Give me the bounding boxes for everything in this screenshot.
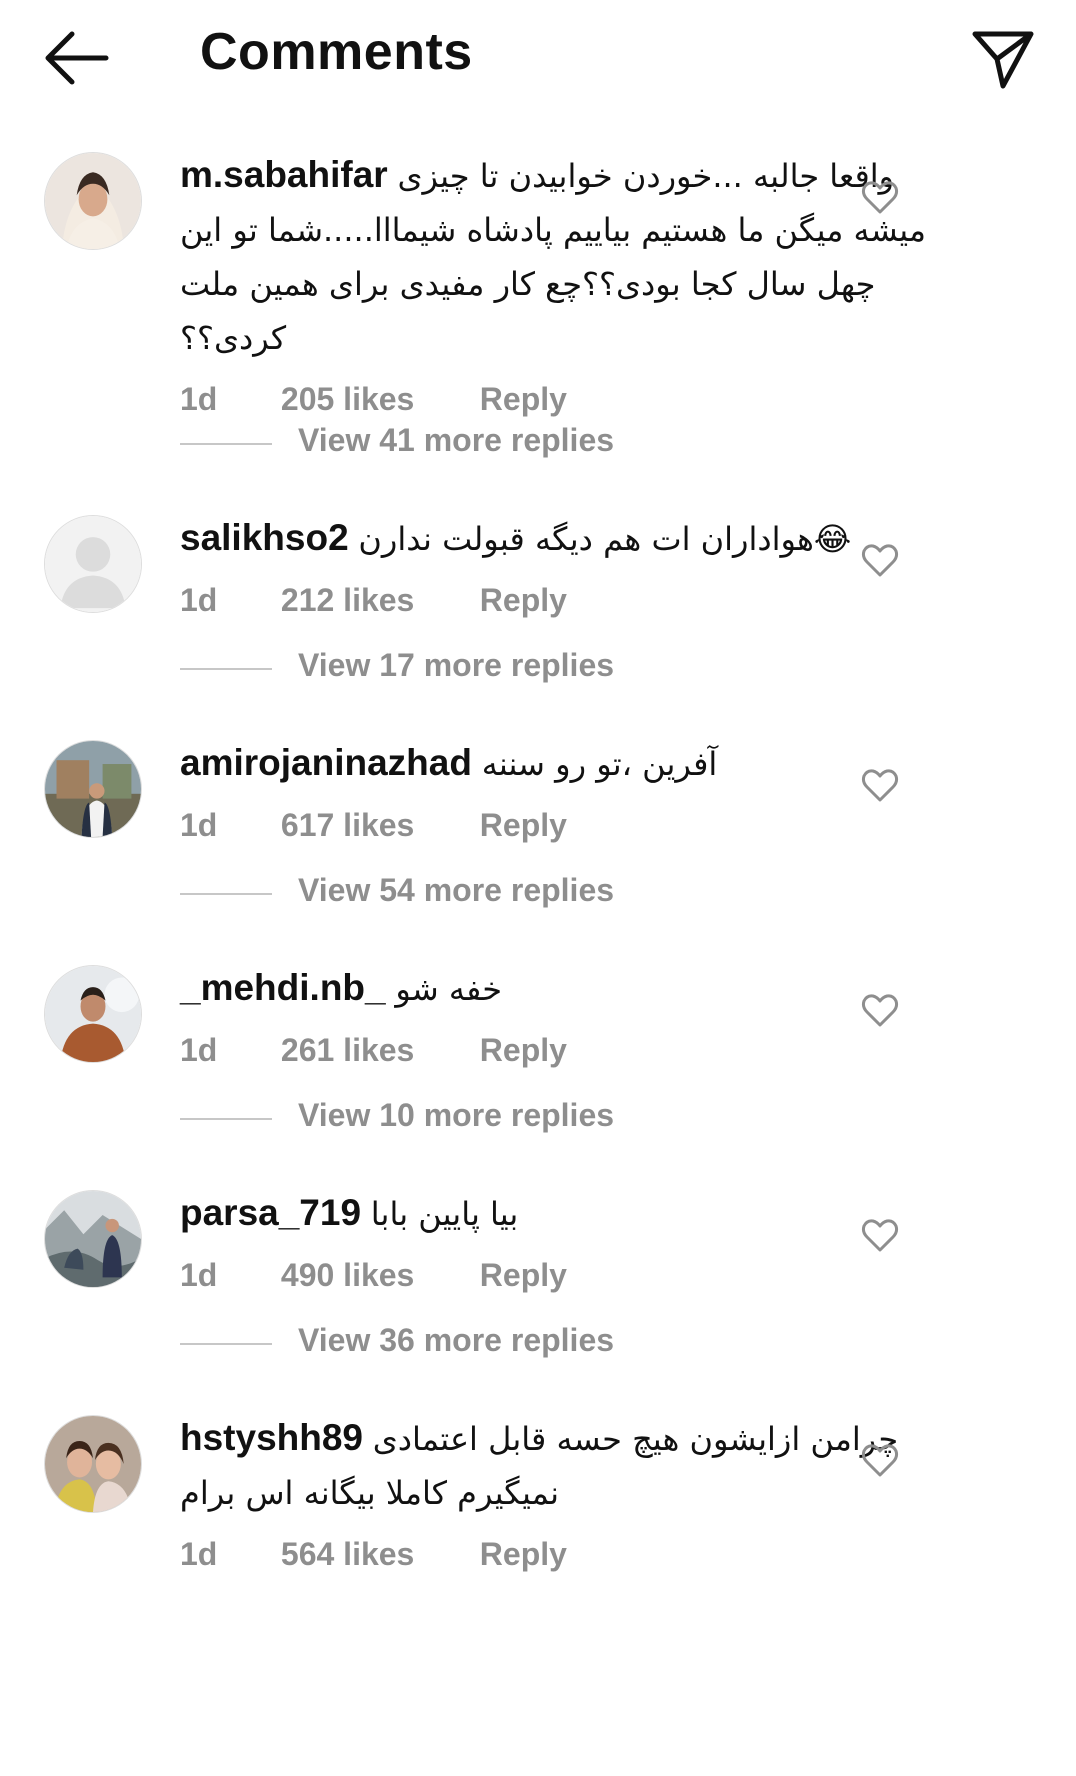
view-replies-row: View 54 more replies	[0, 864, 1076, 924]
view-more-replies-link[interactable]: View 17 more replies	[298, 647, 614, 684]
comment-username[interactable]: parsa_719	[180, 1192, 361, 1233]
view-more-replies-link[interactable]: View 41 more replies	[298, 422, 614, 459]
reply-button[interactable]: Reply	[480, 1245, 567, 1305]
comment-item: _mehdi.nb_ خفه شو 1d 261 likes Reply Vie…	[0, 953, 1076, 1178]
view-replies-row: View 10 more replies	[0, 1089, 1076, 1149]
replies-divider	[180, 1343, 272, 1345]
comment-likes[interactable]: 261 likes	[281, 1020, 471, 1080]
comment-body: m.sabahifar واقعا جالبه ...خوردن خوابیدن…	[180, 148, 960, 429]
comment-meta: 1d 564 likes Reply	[180, 1524, 960, 1584]
comment-item: hstyshh89 چرامن ازایشون هیچ حسه قابل اعت…	[0, 1403, 1076, 1603]
avatar[interactable]	[44, 152, 142, 250]
comment-body: amirojaninazhad آفرین ،تو رو سننه 1d 617…	[180, 736, 960, 855]
replies-divider	[180, 668, 272, 670]
comment-body: hstyshh89 چرامن ازایشون هیچ حسه قابل اعت…	[180, 1411, 960, 1584]
comment-text: آفرین ،تو رو سننه	[481, 745, 718, 783]
avatar[interactable]	[44, 1415, 142, 1513]
header: Comments	[0, 0, 1076, 118]
comment-body: _mehdi.nb_ خفه شو 1d 261 likes Reply	[180, 961, 960, 1080]
reply-button[interactable]: Reply	[480, 795, 567, 855]
comment-item: amirojaninazhad آفرین ،تو رو سننه 1d 617…	[0, 728, 1076, 953]
comment-meta: 1d 212 likes Reply	[180, 570, 960, 630]
comment-username[interactable]: amirojaninazhad	[180, 742, 472, 783]
view-replies-row: View 36 more replies	[0, 1314, 1076, 1374]
comment-time: 1d	[180, 582, 218, 618]
view-replies-row: View 41 more replies	[0, 414, 1076, 474]
comment-item: m.sabahifar واقعا جالبه ...خوردن خوابیدن…	[0, 140, 1076, 503]
comment-item: salikhso2 😂هواداران ات هم دیگه قبولت ندا…	[0, 503, 1076, 728]
view-more-replies-link[interactable]: View 10 more replies	[298, 1097, 614, 1134]
comment-item: parsa_719 بیا پایین بابا 1d 490 likes Re…	[0, 1178, 1076, 1403]
comment-username[interactable]: m.sabahifar	[180, 154, 388, 195]
comment-likes[interactable]: 212 likes	[281, 570, 471, 630]
comment-username[interactable]: hstyshh89	[180, 1417, 363, 1458]
send-paper-plane-icon[interactable]	[970, 26, 1036, 92]
comment-text: خفه شو	[395, 970, 502, 1008]
view-replies-row: View 17 more replies	[0, 639, 1076, 699]
comment-likes[interactable]: 617 likes	[281, 795, 471, 855]
comment-likes[interactable]: 490 likes	[281, 1245, 471, 1305]
heart-icon[interactable]	[860, 1441, 900, 1481]
comment-body: parsa_719 بیا پایین بابا 1d 490 likes Re…	[180, 1186, 960, 1305]
heart-icon[interactable]	[860, 541, 900, 581]
comment-likes[interactable]: 564 likes	[281, 1524, 471, 1584]
comment-text-block: hstyshh89 چرامن ازایشون هیچ حسه قابل اعت…	[180, 1411, 960, 1520]
view-more-replies-link[interactable]: View 36 more replies	[298, 1322, 614, 1359]
avatar[interactable]	[44, 1190, 142, 1288]
comment-text-block: _mehdi.nb_ خفه شو	[180, 961, 960, 1016]
comment-text: 😂هواداران ات هم دیگه قبولت ندارن	[358, 520, 852, 558]
comment-time: 1d	[180, 1536, 218, 1572]
comment-time: 1d	[180, 807, 218, 843]
comment-text: بیا پایین بابا	[370, 1195, 519, 1233]
comment-meta: 1d 490 likes Reply	[180, 1245, 960, 1305]
comment-body: salikhso2 😂هواداران ات هم دیگه قبولت ندا…	[180, 511, 960, 630]
comment-text-block: parsa_719 بیا پایین بابا	[180, 1186, 960, 1241]
comment-text-block: salikhso2 😂هواداران ات هم دیگه قبولت ندا…	[180, 511, 960, 566]
heart-icon[interactable]	[860, 178, 900, 218]
replies-divider	[180, 1118, 272, 1120]
reply-button[interactable]: Reply	[480, 1020, 567, 1080]
comment-list: m.sabahifar واقعا جالبه ...خوردن خوابیدن…	[0, 140, 1076, 1603]
comment-username[interactable]: _mehdi.nb_	[180, 967, 386, 1008]
comment-meta: 1d 617 likes Reply	[180, 795, 960, 855]
comment-meta: 1d 261 likes Reply	[180, 1020, 960, 1080]
avatar[interactable]	[44, 740, 142, 838]
comment-username[interactable]: salikhso2	[180, 517, 349, 558]
heart-icon[interactable]	[860, 766, 900, 806]
comment-text-block: amirojaninazhad آفرین ،تو رو سننه	[180, 736, 960, 791]
comment-time: 1d	[180, 1257, 218, 1293]
back-arrow-icon[interactable]	[40, 28, 112, 88]
reply-button[interactable]: Reply	[480, 1524, 567, 1584]
replies-divider	[180, 893, 272, 895]
avatar[interactable]	[44, 515, 142, 613]
page-title: Comments	[200, 23, 473, 81]
comment-time: 1d	[180, 1032, 218, 1068]
heart-icon[interactable]	[860, 1216, 900, 1256]
reply-button[interactable]: Reply	[480, 570, 567, 630]
comment-text-block: m.sabahifar واقعا جالبه ...خوردن خوابیدن…	[180, 148, 960, 365]
avatar[interactable]	[44, 965, 142, 1063]
view-more-replies-link[interactable]: View 54 more replies	[298, 872, 614, 909]
heart-icon[interactable]	[860, 991, 900, 1031]
replies-divider	[180, 443, 272, 445]
